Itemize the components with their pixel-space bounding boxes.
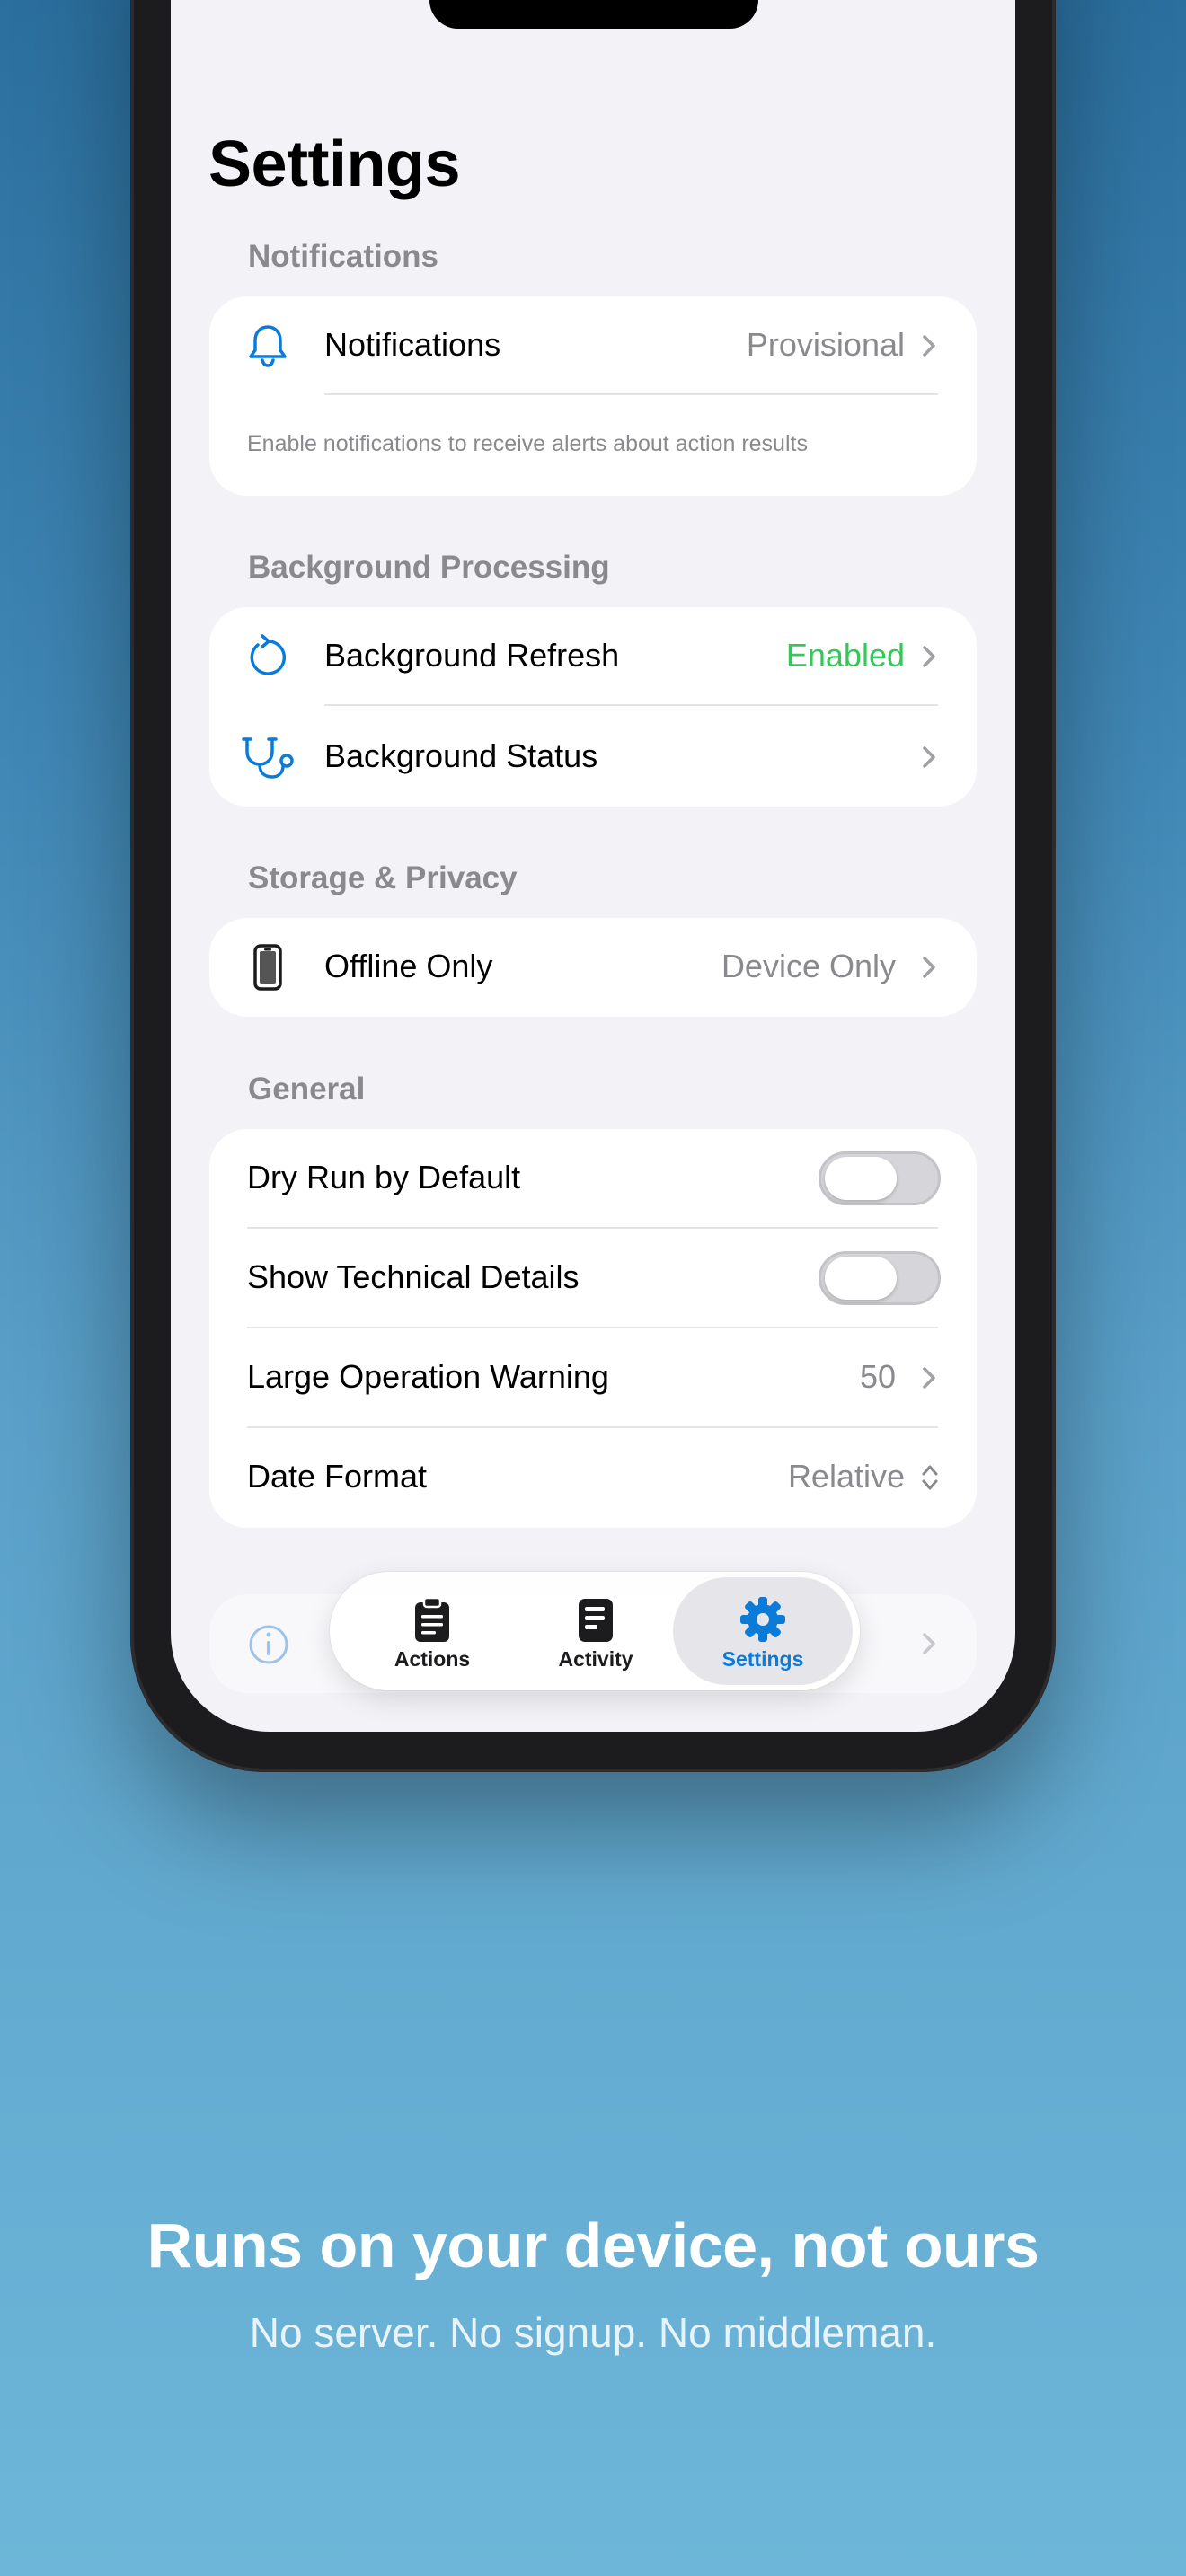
offline-only-label: Offline Only (324, 948, 493, 984)
phone-icon (245, 944, 290, 991)
background-status-label: Background Status (324, 737, 598, 774)
date-format-row[interactable]: Date Format Relative (209, 1428, 977, 1527)
tech-details-row: Show Technical Details (209, 1229, 977, 1328)
general-card: Dry Run by Default Show Technical Detail… (209, 1129, 977, 1528)
offline-only-value: Device Only (721, 948, 896, 984)
tab-actions[interactable]: Actions (342, 1577, 522, 1685)
storage-card: Offline Only Device Only (209, 918, 977, 1017)
background-status-row[interactable]: Background Status (209, 708, 977, 807)
marketing-subline: No server. No signup. No middleman. (249, 2309, 937, 2356)
info-icon (249, 1625, 288, 1664)
tab-activity-label: Activity (558, 1647, 633, 1671)
background-refresh-row[interactable]: Background Refresh Enabled (209, 607, 977, 706)
chevron-right-icon (923, 1633, 935, 1654)
tab-activity[interactable]: Activity (506, 1577, 686, 1685)
chevron-right-icon (923, 957, 935, 978)
background-refresh-value: Enabled (785, 637, 905, 674)
marketing-headline: Runs on your device, not ours (146, 2210, 1040, 2280)
chevron-right-icon (923, 646, 935, 667)
clipboard-icon (415, 1596, 449, 1642)
dry-run-toggle[interactable] (819, 1151, 941, 1205)
chevron-right-icon (923, 746, 935, 768)
divider (324, 704, 938, 706)
gear-icon (740, 1597, 785, 1642)
notifications-row[interactable]: Notifications Provisional (209, 296, 977, 395)
tech-details-label: Show Technical Details (247, 1258, 580, 1295)
large-operation-row[interactable]: Large Operation Warning 50 (209, 1328, 977, 1427)
tab-bar: Actions Activity Settings (330, 1572, 860, 1690)
tech-details-toggle[interactable] (819, 1251, 941, 1305)
chevron-right-icon (923, 1367, 935, 1389)
document-icon (579, 1599, 613, 1642)
offline-only-row[interactable]: Offline Only Device Only (209, 918, 977, 1017)
date-format-label: Date Format (247, 1458, 428, 1495)
refresh-icon (245, 634, 290, 679)
large-operation-value: 50 (859, 1358, 896, 1395)
date-format-value: Relative (787, 1458, 905, 1495)
bell-icon (245, 323, 290, 368)
background-card: Background Refresh Enabled Background St… (209, 607, 977, 807)
tab-settings[interactable]: Settings (673, 1577, 853, 1685)
section-header-background: Background Processing (248, 550, 610, 585)
notifications-label: Notifications (324, 326, 501, 363)
section-header-storage: Storage & Privacy (248, 860, 518, 895)
tab-actions-label: Actions (394, 1647, 471, 1671)
dry-run-label: Dry Run by Default (247, 1159, 521, 1195)
phone-screen: Settings Notifications Notifications Pro… (171, 0, 1015, 1732)
chevron-right-icon (923, 335, 935, 357)
page-title: Settings (208, 128, 461, 200)
notifications-value: Provisional (746, 326, 905, 363)
toggle-knob (825, 1257, 897, 1300)
notifications-card: Notifications Provisional Enable notific… (209, 296, 977, 496)
background-refresh-label: Background Refresh (324, 637, 620, 674)
tab-settings-label: Settings (721, 1647, 804, 1671)
dry-run-row: Dry Run by Default (209, 1129, 977, 1228)
divider (324, 393, 938, 395)
section-header-notifications: Notifications (248, 239, 438, 274)
chevron-up-down-icon (922, 1465, 938, 1490)
stethoscope-icon (242, 735, 297, 780)
toggle-knob (825, 1157, 897, 1200)
large-operation-label: Large Operation Warning (247, 1358, 609, 1395)
dynamic-island (429, 0, 758, 29)
section-header-general: General (248, 1072, 366, 1107)
notifications-footnote: Enable notifications to receive alerts a… (247, 431, 808, 456)
